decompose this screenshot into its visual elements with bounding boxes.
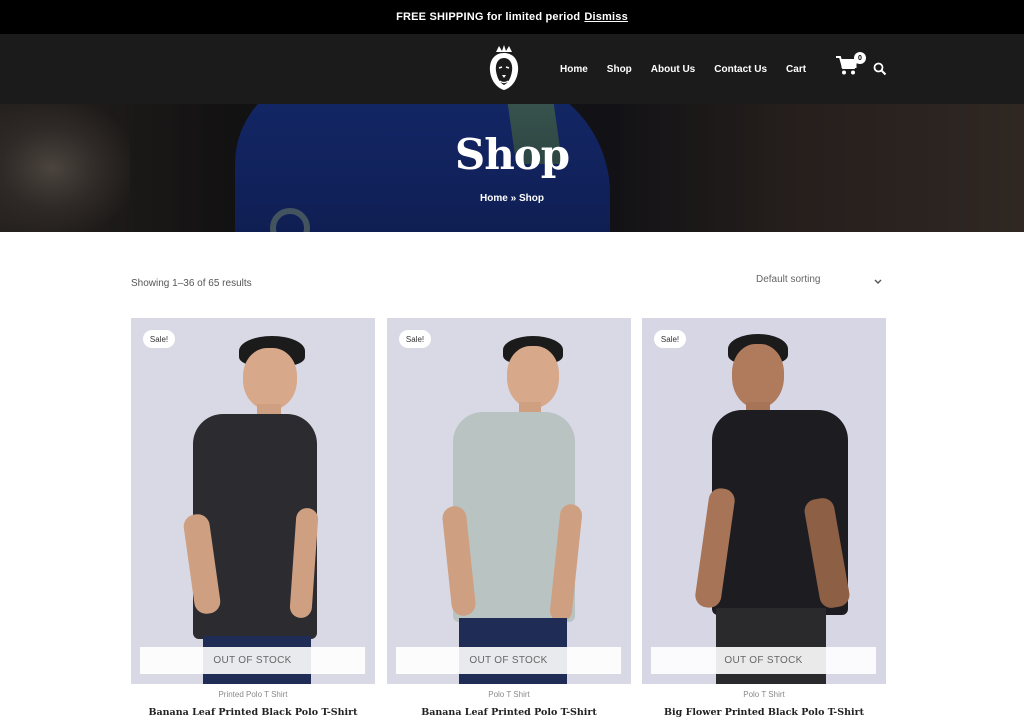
- product-card[interactable]: Sale! OUT OF STOCK Printed Polo T Shirt …: [131, 318, 375, 726]
- product-image[interactable]: Sale! OUT OF STOCK: [131, 318, 375, 684]
- out-of-stock-label: OUT OF STOCK: [140, 647, 365, 674]
- model-figure: [387, 318, 631, 684]
- model-figure: [642, 318, 886, 684]
- nav-cart[interactable]: Cart: [786, 64, 806, 75]
- breadcrumb: Home » Shop: [0, 193, 1024, 204]
- model-figure: [131, 318, 375, 684]
- sale-badge: Sale!: [654, 330, 686, 348]
- page-title: Shop: [454, 130, 570, 179]
- shop-hero-banner: Shop Home » Shop: [0, 104, 1024, 232]
- product-card[interactable]: Sale! OUT OF STOCK Polo T Shirt Big Flow…: [642, 318, 886, 726]
- product-image[interactable]: Sale! OUT OF STOCK: [387, 318, 631, 684]
- out-of-stock-label: OUT OF STOCK: [651, 647, 876, 674]
- sorting-value: Default sorting: [756, 274, 821, 285]
- nav-contact-us[interactable]: Contact Us: [714, 64, 767, 75]
- notice-text: FREE SHIPPING for limited period: [396, 11, 581, 23]
- product-title[interactable]: Banana Leaf Printed Polo T-Shirt: [387, 707, 631, 718]
- out-of-stock-label: OUT OF STOCK: [396, 647, 621, 674]
- main-nav: Home Shop About Us Contact Us Cart: [560, 34, 825, 104]
- sale-badge: Sale!: [399, 330, 431, 348]
- search-icon[interactable]: [873, 62, 887, 76]
- chevron-down-icon: [874, 279, 882, 284]
- product-category[interactable]: Polo T Shirt: [387, 690, 631, 699]
- nav-about-us[interactable]: About Us: [651, 64, 695, 75]
- product-category[interactable]: Printed Polo T Shirt: [131, 690, 375, 699]
- product-category[interactable]: Polo T Shirt: [642, 690, 886, 699]
- cart-count-badge: 0: [854, 52, 866, 64]
- product-image[interactable]: Sale! OUT OF STOCK: [642, 318, 886, 684]
- breadcrumb-home[interactable]: Home: [480, 193, 508, 204]
- dismiss-link[interactable]: Dismiss: [584, 11, 628, 23]
- breadcrumb-separator: »: [510, 193, 517, 204]
- free-shipping-notice: FREE SHIPPING for limited period Dismiss: [0, 0, 1024, 34]
- sale-badge: Sale!: [143, 330, 175, 348]
- nav-shop[interactable]: Shop: [607, 64, 632, 75]
- nav-home[interactable]: Home: [560, 64, 588, 75]
- lion-logo-icon[interactable]: [486, 44, 522, 92]
- cart-button[interactable]: 0: [836, 52, 866, 80]
- sorting-select[interactable]: Default sorting: [756, 274, 886, 292]
- product-title[interactable]: Banana Leaf Printed Black Polo T-Shirt: [131, 707, 375, 718]
- site-header: Home Shop About Us Contact Us Cart 0: [0, 34, 1024, 104]
- result-count: Showing 1–36 of 65 results: [131, 278, 252, 289]
- product-title[interactable]: Big Flower Printed Black Polo T-Shirt: [642, 707, 886, 718]
- product-card[interactable]: Sale! OUT OF STOCK Polo T Shirt Banana L…: [387, 318, 631, 726]
- breadcrumb-current: Shop: [518, 193, 544, 204]
